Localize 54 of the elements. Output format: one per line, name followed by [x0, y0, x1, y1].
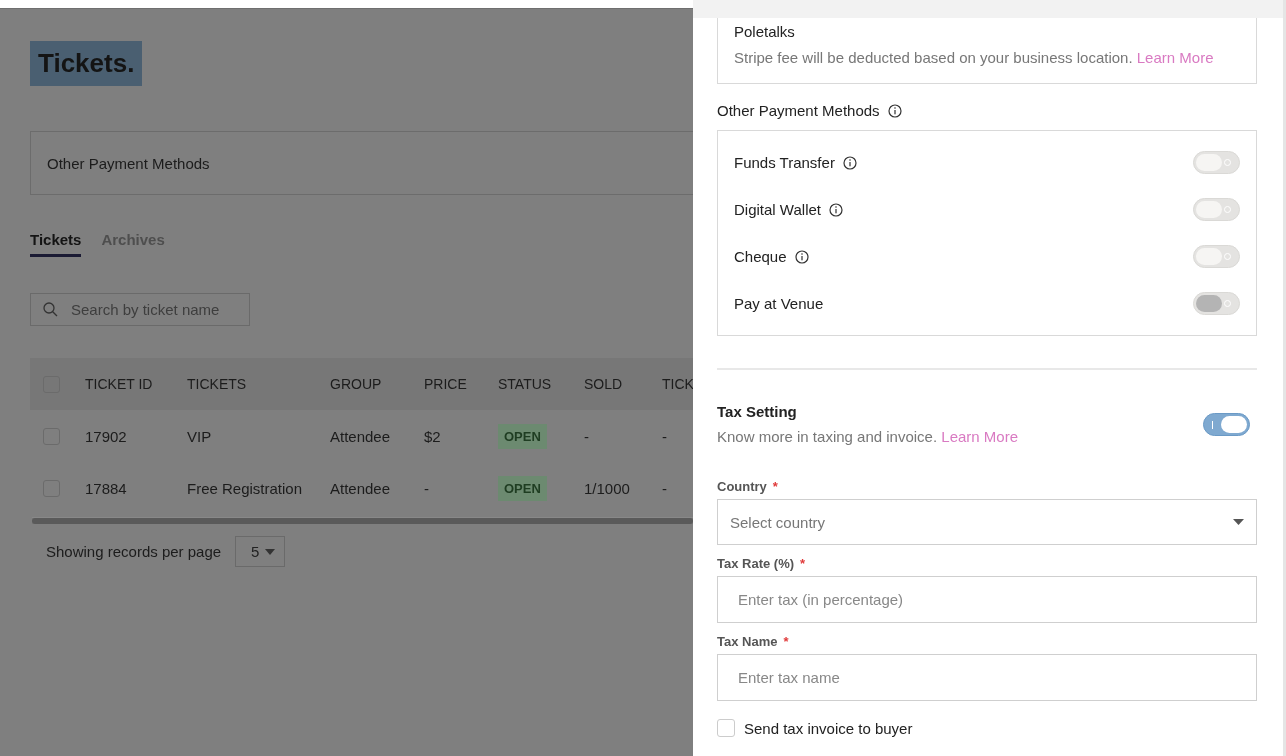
country-select[interactable]: Select country — [717, 499, 1257, 545]
column-header: TICK — [662, 376, 693, 392]
table-cell-text: - — [662, 427, 668, 445]
toggle-switch[interactable] — [1203, 412, 1250, 436]
tab[interactable]: Tickets — [30, 231, 82, 257]
scrollbar[interactable] — [32, 517, 693, 524]
column-header: PRICE — [424, 376, 468, 392]
field-label: Country — [717, 479, 767, 494]
stripe-note: Stripe fee will be deducted based on your business location. Learn More — [734, 49, 1215, 66]
tax-note: Know more in taxing and invoice. Learn More — [717, 428, 1018, 445]
method-label: Digital Wallet — [734, 201, 821, 218]
column-header: TICKETS — [187, 376, 248, 392]
table-cell-text: 17884 — [85, 479, 128, 497]
checkbox-label: Send tax invoice to buyer — [744, 719, 913, 737]
card-title: Other Payment Methods — [47, 154, 210, 172]
learn-more-link[interactable]: Learn More — [1136, 49, 1214, 66]
required-mark: * — [772, 479, 778, 494]
caret-icon — [265, 548, 276, 555]
column-header: SOLD — [584, 376, 624, 392]
account-name: Poletalks — [734, 23, 796, 40]
table-cell-text: $2 — [424, 427, 442, 445]
column-header: GROUP — [330, 376, 383, 392]
status-badge: OPEN — [498, 423, 547, 449]
column-header: TICKET ID — [85, 376, 154, 392]
section-title: Tax Setting — [717, 403, 798, 420]
method-label: Pay at Venue — [734, 295, 824, 312]
table-cell-text: - — [424, 479, 430, 497]
learn-more-link[interactable]: Learn More — [941, 428, 1018, 445]
status-badge: OPEN — [498, 475, 547, 501]
search-icon — [43, 302, 58, 317]
method-label: Funds Transfer — [734, 154, 835, 171]
table-cell-text: - — [662, 479, 668, 497]
table-cell-text: VIP — [187, 427, 213, 445]
column-header: STATUS — [498, 376, 553, 392]
input-field[interactable]: Enter tax name — [717, 654, 1257, 701]
input-field[interactable]: Enter tax (in percentage) — [717, 576, 1257, 623]
search-field[interactable]: Search by ticket name — [30, 293, 250, 326]
section-title: Other Payment Methods — [717, 102, 880, 119]
page-title: Tickets. — [30, 41, 143, 86]
table-cell-text: - — [584, 427, 590, 445]
info-icon — [887, 103, 902, 118]
method-label: Cheque — [734, 248, 787, 265]
table-cell-text: Attendee — [330, 427, 392, 445]
field-label: Tax Name — [717, 634, 778, 649]
table-cell-text: Attendee — [330, 479, 392, 497]
footer-label: Showing records per page — [46, 543, 222, 560]
table-cell-text: 17902 — [85, 427, 128, 445]
required-mark: * — [783, 634, 789, 649]
caret-icon — [1233, 519, 1244, 525]
field-label: Tax Rate (%) — [717, 556, 795, 571]
table-cell-text: 1/1000 — [584, 479, 631, 497]
table-cell-text: Free Registration — [187, 479, 304, 497]
required-mark: * — [800, 556, 806, 571]
per-page-select[interactable]: 5 — [235, 536, 286, 567]
